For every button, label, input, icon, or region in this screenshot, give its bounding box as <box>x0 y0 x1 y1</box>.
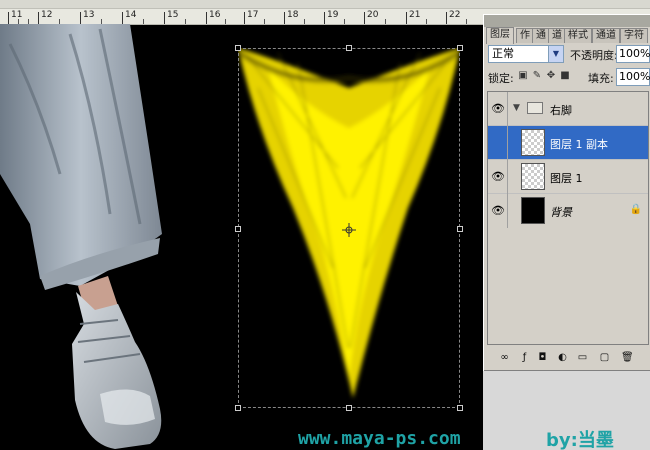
photo-leg-shoe <box>0 24 162 449</box>
lock-transparency-icon[interactable]: ▣ <box>518 71 528 81</box>
tab-character[interactable]: 字符 <box>620 28 648 43</box>
layer-thumbnail <box>521 163 545 190</box>
transform-handle-left[interactable] <box>235 226 241 232</box>
blend-opacity-row: 正常 ▼ 不透明度: 100% <box>488 45 650 67</box>
transform-handle-tl[interactable] <box>235 45 241 51</box>
ruler-tick: 12 <box>41 10 53 20</box>
eye-icon[interactable] <box>491 136 505 150</box>
opacity-label: 不透明度: <box>570 49 618 62</box>
eye-icon[interactable]: 👁 <box>491 204 505 218</box>
trash-icon[interactable]: 🗑 <box>621 352 634 363</box>
ruler-tick: 20 <box>367 10 379 20</box>
new-layer-icon[interactable]: ▢ <box>599 352 610 363</box>
layers-empty-area <box>488 228 648 344</box>
lock-all-icon[interactable]: ■ <box>560 71 570 81</box>
transform-handle-right[interactable] <box>457 226 463 232</box>
fx-icon[interactable]: ƒ <box>519 352 530 363</box>
link-icon[interactable]: ∞ <box>499 352 510 363</box>
layers-panel: 图层 作 通 道 样式 通道 字符 正常 ▼ 不透明度: 100% 锁定: ▣ … <box>483 14 650 371</box>
layer-row-selected[interactable]: 图层 1 副本 <box>488 126 648 160</box>
layer-thumbnail <box>521 129 545 156</box>
transform-handle-bottom[interactable] <box>346 405 352 411</box>
panel-bottom-toolbar: ∞ ƒ ◘ ◐ ▭ ▢ 🗑 <box>487 347 649 369</box>
lock-brush-icon[interactable]: ✎ <box>532 71 542 81</box>
tab-layers[interactable]: 图层 <box>486 27 514 44</box>
transform-handle-top[interactable] <box>346 45 352 51</box>
ruler-tick: 19 <box>327 10 339 20</box>
ruler-tick: 18 <box>287 10 299 20</box>
ruler-tick: 21 <box>409 10 421 20</box>
fill-label: 填充: <box>588 72 614 85</box>
ruler-top-strip <box>0 0 650 9</box>
watermark-url: www.maya-ps.com <box>298 428 461 449</box>
ruler-tick: 15 <box>167 10 179 20</box>
lock-move-icon[interactable]: ✥ <box>546 71 556 81</box>
ruler-tick: 17 <box>247 10 259 20</box>
lock-fill-row: 锁定: ▣ ✎ ✥ ■ 填充: 100% <box>488 67 650 89</box>
ruler-tick: 11 <box>11 10 23 20</box>
transform-center-icon[interactable] <box>342 223 356 237</box>
watermark-byline: by:当墨 <box>546 430 614 450</box>
lock-label: 锁定: <box>488 72 514 85</box>
fill-field[interactable]: 100% <box>616 68 650 86</box>
ruler-tick: 16 <box>209 10 221 20</box>
tab-styles[interactable]: 样式 <box>564 28 592 43</box>
layer-row-background[interactable]: 👁 背景 🔒 <box>488 194 648 228</box>
layer-name: 背景 <box>550 206 572 219</box>
mask-icon[interactable]: ◘ <box>537 352 548 363</box>
tab-channels[interactable]: 通道 <box>592 28 620 43</box>
adjustment-icon[interactable]: ◐ <box>557 352 568 363</box>
ruler-tick: 22 <box>449 10 461 20</box>
panel-tabs: 图层 作 通 道 样式 通道 字符 <box>486 27 650 44</box>
chevron-down-icon[interactable]: ▼ <box>548 46 563 62</box>
ruler-tick: 13 <box>83 10 95 20</box>
layer-name: 图层 1 <box>550 172 583 185</box>
blend-mode-select[interactable]: 正常 ▼ <box>488 45 564 63</box>
folder-icon <box>527 102 543 114</box>
lock-icon: 🔒 <box>629 204 642 215</box>
eye-icon[interactable]: 👁 <box>491 170 505 184</box>
layer-name: 图层 1 副本 <box>550 138 608 151</box>
transform-handle-br[interactable] <box>457 405 463 411</box>
ruler-tick: 14 <box>125 10 137 20</box>
background-thumbnail <box>521 197 545 224</box>
canvas[interactable]: 11 12 13 14 15 16 17 18 19 20 21 22 图层 作… <box>0 0 650 450</box>
layer-name: 右脚 <box>550 104 572 117</box>
transform-handle-bl[interactable] <box>235 405 241 411</box>
disclosure-triangle-icon[interactable]: ▼ <box>513 103 520 113</box>
folder-new-icon[interactable]: ▭ <box>577 352 588 363</box>
transform-handle-tr[interactable] <box>457 45 463 51</box>
layer-row[interactable]: 👁 图层 1 <box>488 160 648 194</box>
panel-titlebar[interactable] <box>484 15 650 27</box>
layers-list: 👁 ▼ 右脚 图层 1 副本 👁 图层 1 👁 背景 🔒 <box>487 91 649 345</box>
eye-icon[interactable]: 👁 <box>491 102 505 116</box>
opacity-field[interactable]: 100% <box>616 45 650 63</box>
layer-row-group[interactable]: 👁 ▼ 右脚 <box>488 92 648 126</box>
blend-mode-value: 正常 <box>492 47 514 60</box>
